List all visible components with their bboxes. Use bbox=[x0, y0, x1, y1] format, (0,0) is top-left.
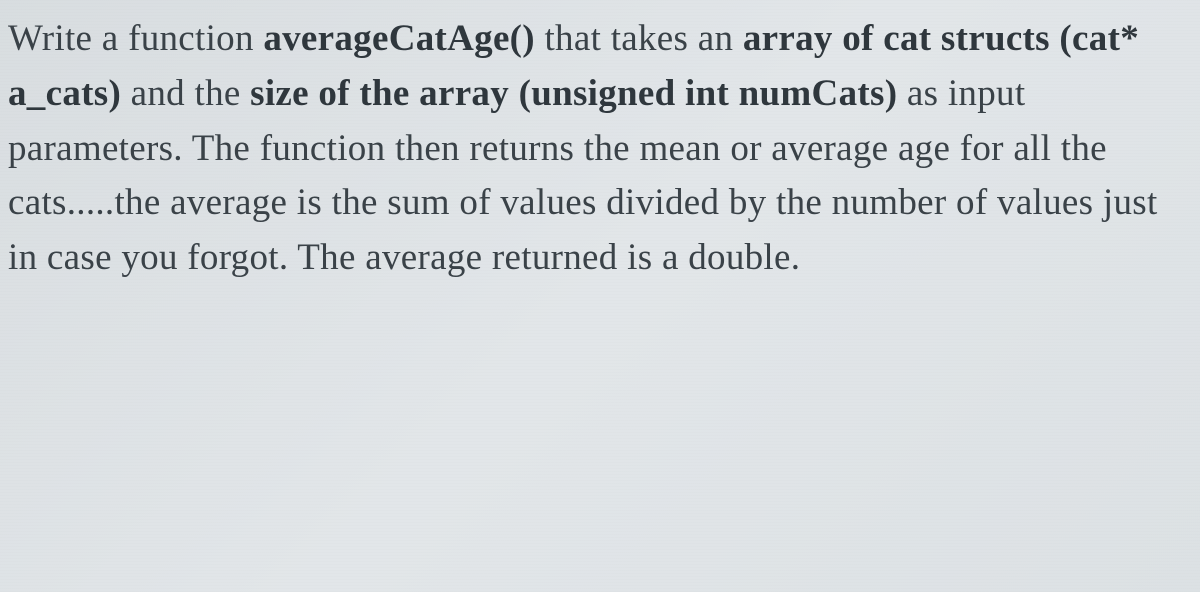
param-size: size of the array (unsigned int numCats) bbox=[250, 73, 897, 114]
text-segment-3: and the bbox=[121, 73, 250, 114]
question-text: Write a function averageCatAge() that ta… bbox=[8, 12, 1192, 286]
text-segment-2: that takes an bbox=[535, 18, 743, 59]
function-name: averageCatAge() bbox=[263, 18, 535, 59]
text-segment-1: Write a function bbox=[8, 18, 263, 59]
